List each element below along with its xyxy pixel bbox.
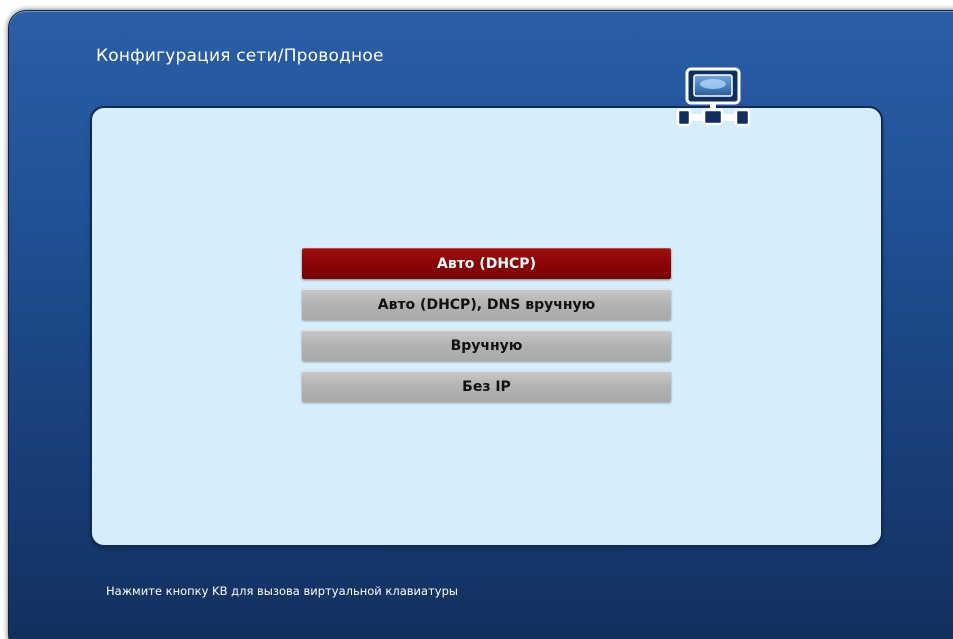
keyboard-hint: Нажмите кнопку KB для вызова виртуальной… xyxy=(106,584,458,598)
menu-item-auto-dhcp[interactable]: Авто (DHCP) xyxy=(302,248,671,279)
network-computer-icon xyxy=(676,67,751,127)
menu-item-auto-dhcp-manual-dns[interactable]: Авто (DHCP), DNS вручную xyxy=(302,289,671,320)
connection-type-menu: Авто (DHCP) Авто (DHCP), DNS вручную Вру… xyxy=(302,248,671,412)
menu-item-manual[interactable]: Вручную xyxy=(302,330,671,361)
screen: Конфигурация сети/Проводное Авто (DHCP) … xyxy=(0,0,953,639)
menu-item-no-ip[interactable]: Без IP xyxy=(302,371,671,402)
page-title: Конфигурация сети/Проводное xyxy=(96,46,384,66)
